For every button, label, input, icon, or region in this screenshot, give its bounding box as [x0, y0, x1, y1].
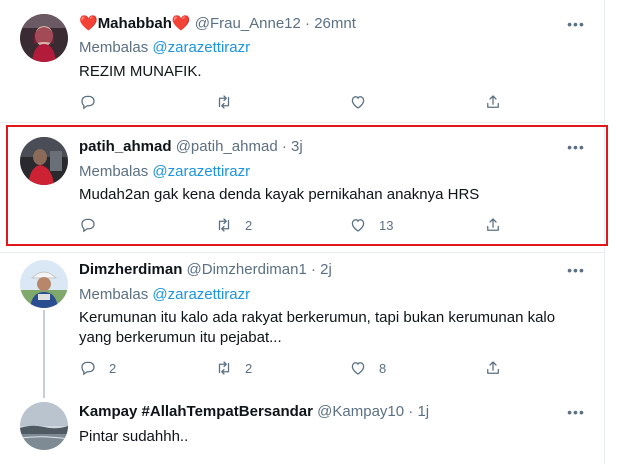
user-handle[interactable]: @Kampay10: [317, 403, 404, 420]
tweet-header: ❤️Mahabbah❤️ @Frau_Anne12 · 26mnt: [79, 14, 356, 34]
tweet-1[interactable]: ❤️Mahabbah❤️ @Frau_Anne12 · 26mnt ••• Me…: [0, 0, 604, 118]
tweet-text-line-2: yang berkerumun itu pejabat...: [79, 329, 282, 346]
share-button[interactable]: [484, 92, 502, 112]
avatar-mahabbah[interactable]: [20, 14, 68, 62]
more-icon[interactable]: •••: [566, 402, 586, 422]
divider: [0, 122, 604, 123]
display-name[interactable]: Kampay #AllahTempatBersandar: [79, 403, 313, 420]
more-icon[interactable]: •••: [566, 14, 586, 34]
highlight-box: [6, 125, 608, 246]
retweet-count: 2: [245, 360, 253, 376]
timestamp[interactable]: 2j: [320, 261, 332, 278]
retweet-icon: [218, 95, 230, 109]
retweet-icon: [218, 361, 230, 375]
tweet-text-line-1: Kerumunan itu kalo ada rakyat berkerumun…: [79, 309, 556, 326]
more-icon[interactable]: •••: [566, 260, 586, 280]
tweet-text: REZIM MUNAFIK.: [79, 63, 202, 80]
tweet-3[interactable]: Dimzherdiman @Dimzherdiman1 · 2j ••• Mem…: [0, 252, 604, 388]
tweet-4[interactable]: Kampay #AllahTempatBersandar @Kampay10 ·…: [0, 390, 604, 464]
tweet-header: Dimzherdiman @Dimzherdiman1 · 2j: [79, 260, 332, 280]
heart-icon: [351, 362, 365, 375]
timestamp[interactable]: 1j: [417, 403, 429, 420]
heart-emoji: ❤️: [79, 15, 98, 32]
replying-label: Membalas: [79, 39, 149, 56]
mention-link[interactable]: @zarazettirazr: [152, 286, 250, 303]
share-button[interactable]: [484, 358, 502, 378]
replying-to: Membalas @zarazettirazr: [79, 285, 250, 305]
tweet-text: Kerumunan itu kalo ada rakyat berkerumun…: [79, 308, 555, 348]
like-count: 8: [379, 360, 387, 376]
mention-link[interactable]: @zarazettirazr: [152, 39, 250, 56]
dot-separator: ·: [408, 403, 414, 420]
heart-emoji: ❤️: [171, 15, 191, 32]
reply-button[interactable]: [79, 92, 97, 112]
thread-connector-line: [43, 310, 45, 398]
reply-icon: [81, 95, 95, 110]
avatar-kampay[interactable]: [20, 402, 68, 450]
display-name[interactable]: ❤️Mahabbah❤️: [79, 15, 191, 32]
reply-count: 2: [109, 360, 117, 376]
timestamp[interactable]: 26mnt: [314, 15, 356, 32]
user-handle[interactable]: @Dimzherdiman1: [187, 261, 307, 278]
display-name[interactable]: Dimzherdiman: [79, 261, 182, 278]
dot-separator: ·: [310, 261, 316, 278]
replying-label: Membalas: [79, 286, 149, 303]
share-icon: [487, 95, 499, 108]
reply-button[interactable]: 2: [79, 358, 116, 378]
avatar-dimzherdiman[interactable]: [20, 260, 68, 308]
replying-to: Membalas @zarazettirazr: [79, 38, 250, 58]
like-button[interactable]: [349, 92, 367, 112]
heart-icon: [351, 96, 365, 109]
share-icon: [487, 361, 499, 374]
tweet-header: Kampay #AllahTempatBersandar @Kampay10 ·…: [79, 402, 429, 422]
user-handle[interactable]: @Frau_Anne12: [195, 15, 301, 32]
dot-separator: ·: [305, 15, 311, 32]
like-button[interactable]: 8: [349, 358, 386, 378]
retweet-button[interactable]: [215, 92, 233, 112]
reply-icon: [81, 361, 95, 376]
retweet-button[interactable]: 2: [215, 358, 252, 378]
tweet-text: Pintar sudahhh..: [79, 428, 189, 445]
